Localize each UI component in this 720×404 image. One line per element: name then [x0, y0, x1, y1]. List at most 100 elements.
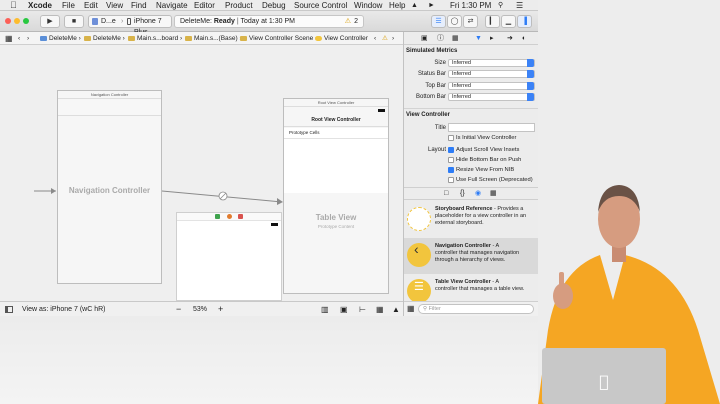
menu-help[interactable]: Help	[389, 0, 405, 11]
resolve-issues-icon[interactable]: ▲	[392, 302, 400, 317]
quick-help-icon[interactable]: ⓘ	[437, 32, 444, 45]
document-outline-icon[interactable]	[5, 306, 13, 313]
object-library-icon[interactable]: ◉	[475, 188, 481, 200]
issue-warning-icon[interactable]: ⚠	[382, 32, 388, 45]
warning-count[interactable]: 2	[354, 16, 358, 27]
filter-icon: ⚲	[423, 306, 428, 312]
initial-vc-checkbox[interactable]	[448, 135, 454, 141]
navigator-toggle-button[interactable]: ▎	[485, 15, 500, 28]
full-screen-checkbox[interactable]	[448, 177, 454, 183]
bottom-bar-popup[interactable]: Inferred	[448, 93, 535, 101]
menu-edit[interactable]: Edit	[84, 0, 98, 11]
grid-view-icon[interactable]: ▦	[407, 304, 415, 313]
title-field[interactable]	[448, 123, 535, 132]
menu-window[interactable]: Window	[354, 0, 382, 11]
version-editor-button[interactable]: ⇄	[463, 15, 478, 28]
file-inspector-icon[interactable]: ▣	[421, 32, 428, 45]
breadcrumb-project[interactable]: DeleteMe ›	[40, 32, 81, 45]
breadcrumb-group[interactable]: DeleteMe ›	[84, 32, 125, 45]
apple-icon[interactable]: 	[10, 0, 17, 11]
size-inspector-icon[interactable]: ▸	[490, 32, 494, 45]
zoom-level[interactable]: 53%	[193, 302, 207, 317]
divider	[404, 108, 539, 109]
size-popup[interactable]: Inferred	[448, 59, 535, 67]
code-snippet-icon[interactable]: {}	[460, 188, 465, 200]
zoom-in-button[interactable]: +	[218, 302, 223, 317]
list-icon: ☰	[414, 281, 424, 293]
menu-editor[interactable]: Editor	[194, 0, 215, 11]
hide-bottom-bar-checkbox[interactable]	[448, 157, 454, 163]
issue-prev-icon[interactable]: ‹	[374, 32, 376, 45]
apple-logo-icon: 	[599, 372, 609, 391]
menu-debug[interactable]: Debug	[262, 0, 286, 11]
breadcrumb-scene[interactable]: View Controller Scene ›	[240, 32, 317, 45]
scheme-target-name[interactable]: D...e	[101, 16, 116, 27]
related-items-icon[interactable]: ▦	[5, 32, 13, 45]
adjust-insets-checkbox[interactable]	[448, 147, 454, 153]
run-button[interactable]: ▶	[40, 15, 60, 28]
new-view-controller-scene[interactable]	[176, 212, 282, 301]
align-icon[interactable]: ⊢	[359, 302, 366, 317]
table-view-content[interactable]: Prototype Cells	[284, 128, 388, 193]
identity-inspector-icon[interactable]: ▦	[452, 32, 459, 45]
connections-inspector-icon[interactable]: ➜	[507, 32, 513, 45]
view-controller-dock-icon[interactable]	[227, 214, 232, 219]
wifi-icon[interactable]: ▲	[411, 0, 418, 11]
warning-icon[interactable]: ⚠	[345, 16, 351, 27]
chevron-right-icon: ›	[121, 18, 124, 25]
stack-icon[interactable]: ▣	[340, 302, 348, 317]
pin-icon[interactable]: ▦	[376, 302, 384, 317]
menu-source-control[interactable]: Source Control	[294, 0, 347, 11]
menu-clock[interactable]: Fri 1:30 PM	[450, 0, 491, 11]
top-bar-popup[interactable]: Inferred	[448, 82, 535, 90]
zoom-out-button[interactable]: −	[176, 302, 181, 317]
assistant-editor-button[interactable]: ◯	[447, 15, 462, 28]
update-frames-icon[interactable]: ▥	[321, 302, 329, 317]
table-view-controller-icon: ☰	[407, 279, 431, 303]
debug-area-toggle-button[interactable]: ▁	[501, 15, 516, 28]
spotlight-icon[interactable]: ⚲	[498, 0, 503, 11]
storyboard-canvas[interactable]: Navigation Controller Navigation Control…	[0, 45, 403, 301]
library-item-storyboard-reference[interactable]: Storyboard Reference - Provides a placeho…	[404, 202, 539, 238]
menu-product[interactable]: Product	[225, 0, 253, 11]
scene-icon	[240, 35, 247, 41]
scheme-selector[interactable]: D...e › iPhone 7 Plus	[88, 15, 172, 36]
bindings-icon[interactable]: ◐	[522, 32, 526, 45]
breadcrumb-view-controller[interactable]: View Controller	[315, 32, 368, 45]
popup-chevron-icon	[527, 93, 534, 101]
exit-icon[interactable]	[238, 214, 243, 219]
canvas-bottom-bar: View as: iPhone 7 (wC hR) − 53% + ▥ ▣ ⊢ …	[0, 301, 403, 316]
root-view-controller-scene[interactable]: Root View Controller Root View Controlle…	[283, 98, 389, 294]
library-item-navigation-controller[interactable]: ‹ Navigation Controller - Acontroller th…	[404, 238, 539, 274]
menu-view[interactable]: View	[106, 0, 123, 11]
view-as-button[interactable]: View as: iPhone 7 (wC hR)	[22, 302, 106, 317]
notification-center-icon[interactable]: ☰	[516, 0, 523, 11]
navigation-item-title[interactable]: Root View Controller	[284, 113, 388, 127]
minimize-window-button[interactable]	[14, 18, 20, 24]
navigator-panel-icon: ▎	[489, 18, 496, 25]
library-filter-input[interactable]: ⚲ Filter	[418, 304, 534, 314]
first-responder-icon[interactable]	[215, 214, 220, 219]
stop-button[interactable]: ■	[64, 15, 84, 28]
breadcrumb-storyboard[interactable]: Main.s...board ›	[128, 32, 182, 45]
back-arrow-icon[interactable]: ‹	[18, 32, 20, 45]
file-template-icon[interactable]: □	[444, 188, 448, 200]
zoom-window-button[interactable]	[23, 18, 29, 24]
forward-arrow-icon[interactable]: ›	[27, 32, 29, 45]
breadcrumb-storyboard-base[interactable]: Main.s...(Base) ›	[185, 32, 242, 45]
standard-editor-button[interactable]: ☰	[431, 15, 446, 28]
resize-from-nib-checkbox[interactable]	[448, 167, 454, 173]
attributes-inspector-icon[interactable]: ▼	[475, 32, 482, 45]
menu-find[interactable]: Find	[131, 0, 147, 11]
library-tabs: □ {} ◉ ▦	[404, 187, 539, 200]
utilities-toggle-button[interactable]: ▐	[517, 15, 532, 28]
menu-navigate[interactable]: Navigate	[156, 0, 188, 11]
simulated-metrics-heading: Simulated Metrics	[406, 48, 458, 54]
close-window-button[interactable]	[5, 18, 11, 24]
media-library-icon[interactable]: ▦	[490, 188, 497, 200]
menu-file[interactable]: File	[62, 0, 75, 11]
issue-next-icon[interactable]: ›	[392, 32, 394, 45]
volume-icon[interactable]: ►	[428, 0, 435, 11]
status-bar-popup[interactable]: Inferred	[448, 70, 535, 78]
menu-app-name[interactable]: Xcode	[28, 0, 52, 11]
